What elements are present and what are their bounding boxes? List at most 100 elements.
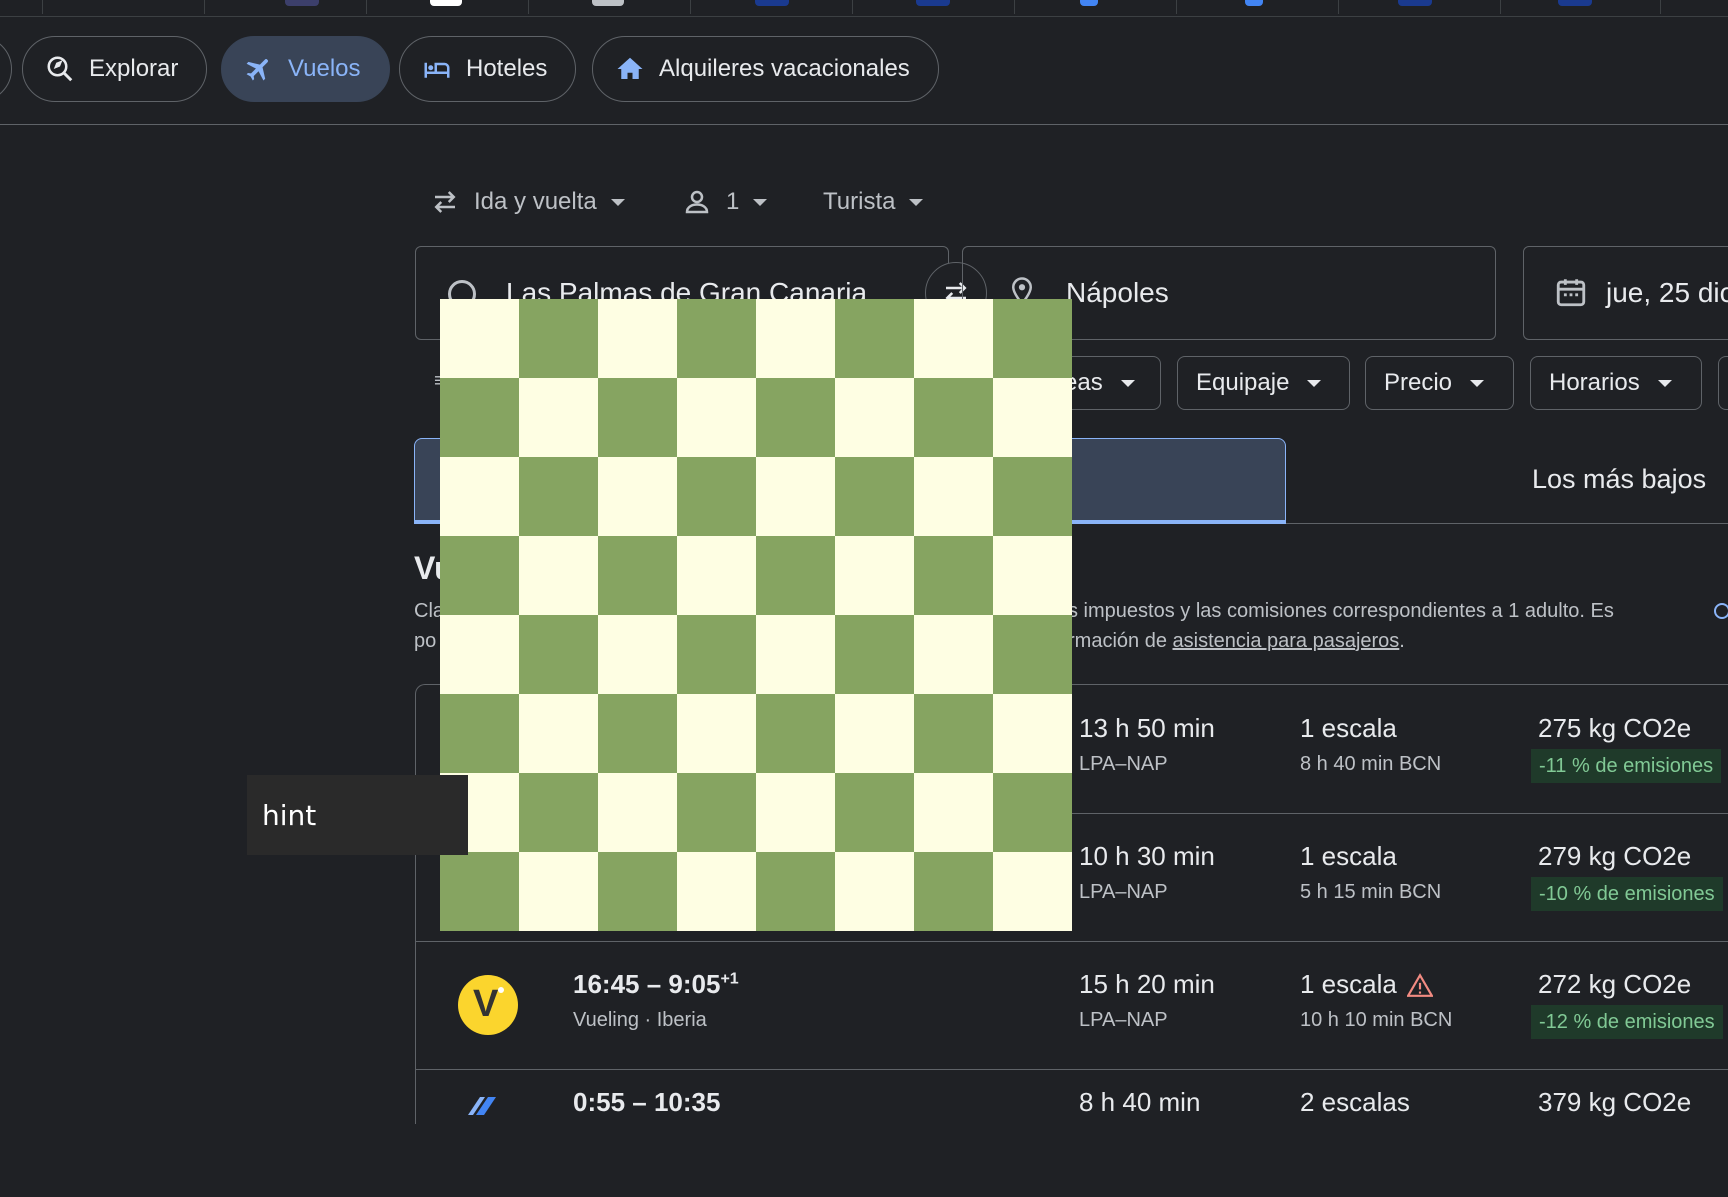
board-square[interactable] <box>440 299 519 378</box>
trip-type-select[interactable]: Ida y vuelta <box>430 186 625 218</box>
board-square[interactable] <box>519 852 598 931</box>
board-square[interactable] <box>440 694 519 773</box>
board-square[interactable] <box>440 457 519 536</box>
board-square[interactable] <box>519 536 598 615</box>
nav-chip-partial[interactable] <box>0 36 12 102</box>
board-square[interactable] <box>598 457 677 536</box>
board-square[interactable] <box>756 299 835 378</box>
flight-row[interactable]: 0:55 – 10:35 8 h 40 min 2 escalas 379 kg… <box>416 1069 1728 1197</box>
board-square[interactable] <box>440 378 519 457</box>
board-square[interactable] <box>993 299 1072 378</box>
board-square[interactable] <box>993 457 1072 536</box>
board-square[interactable] <box>756 457 835 536</box>
board-square[interactable] <box>519 615 598 694</box>
board-square[interactable] <box>914 299 993 378</box>
board-square[interactable] <box>677 299 756 378</box>
filter-more-partial[interactable] <box>1718 356 1728 410</box>
board-square[interactable] <box>598 536 677 615</box>
tab-favicon[interactable] <box>755 0 789 6</box>
tab-favicon[interactable] <box>285 0 319 6</box>
passengers-select[interactable]: 1 <box>682 186 768 218</box>
board-square[interactable] <box>835 299 914 378</box>
board-square[interactable] <box>914 773 993 852</box>
tab-favicon[interactable] <box>1398 0 1432 6</box>
board-square[interactable] <box>519 457 598 536</box>
board-square[interactable] <box>519 378 598 457</box>
board-square[interactable] <box>598 694 677 773</box>
filter-baggage[interactable]: Equipaje <box>1177 356 1350 410</box>
hint-tooltip[interactable]: hint <box>247 775 468 855</box>
tab-hoteles[interactable]: Hoteles <box>399 36 577 102</box>
board-square[interactable] <box>993 694 1072 773</box>
board-square[interactable] <box>914 536 993 615</box>
board-square[interactable] <box>835 852 914 931</box>
board-square[interactable] <box>914 457 993 536</box>
tab-favicon[interactable] <box>916 0 950 6</box>
stops-label: 1 escala <box>1300 969 1397 999</box>
board-square[interactable] <box>835 457 914 536</box>
chevron-down-icon <box>1120 379 1135 387</box>
board-square[interactable] <box>756 615 835 694</box>
board-square[interactable] <box>756 694 835 773</box>
board-square[interactable] <box>598 615 677 694</box>
board-square[interactable] <box>677 694 756 773</box>
board-square[interactable] <box>598 378 677 457</box>
departure-date-field[interactable]: jue, 25 dic <box>1523 246 1728 340</box>
board-square[interactable] <box>598 773 677 852</box>
filter-times[interactable]: Horarios <box>1530 356 1702 410</box>
board-square[interactable] <box>835 773 914 852</box>
passenger-assistance-link[interactable]: asistencia para pasajeros <box>1173 630 1400 652</box>
board-square[interactable] <box>835 694 914 773</box>
notice-text: po <box>414 630 437 652</box>
board-square[interactable] <box>677 536 756 615</box>
tab-favicon[interactable] <box>592 0 624 6</box>
swap-arrows-icon <box>434 191 456 213</box>
tab-favicon[interactable] <box>1558 0 1592 6</box>
board-square[interactable] <box>835 378 914 457</box>
flight-route: LPA–NAP <box>1079 881 1168 903</box>
board-square[interactable] <box>440 852 519 931</box>
board-square[interactable] <box>519 299 598 378</box>
flight-row[interactable]: V 16:45 – 9:05+1 Vueling · Iberia 15 h 2… <box>416 941 1728 1070</box>
board-square[interactable] <box>993 378 1072 457</box>
notice-fragment: . <box>1399 630 1405 652</box>
board-square[interactable] <box>914 694 993 773</box>
board-square[interactable] <box>756 852 835 931</box>
board-square[interactable] <box>677 378 756 457</box>
board-square[interactable] <box>440 536 519 615</box>
board-square[interactable] <box>677 852 756 931</box>
board-square[interactable] <box>993 536 1072 615</box>
board-square[interactable] <box>993 773 1072 852</box>
board-square[interactable] <box>835 536 914 615</box>
explore-search-icon <box>47 56 73 82</box>
board-square[interactable] <box>993 615 1072 694</box>
board-square[interactable] <box>519 694 598 773</box>
info-icon[interactable] <box>1714 603 1728 619</box>
tab-divider <box>1660 0 1661 14</box>
tab-vuelos[interactable]: Vuelos <box>221 36 390 102</box>
board-square[interactable] <box>756 378 835 457</box>
tab-favicon[interactable] <box>430 0 462 6</box>
board-square[interactable] <box>993 852 1072 931</box>
board-square[interactable] <box>914 615 993 694</box>
flight-stops: 1 escala <box>1300 841 1397 872</box>
board-square[interactable] <box>914 378 993 457</box>
board-square[interactable] <box>835 615 914 694</box>
tab-favicon[interactable] <box>1245 0 1263 6</box>
board-square[interactable] <box>677 773 756 852</box>
tab-explorar[interactable]: Explorar <box>22 36 208 102</box>
board-square[interactable] <box>598 299 677 378</box>
cabin-class-select[interactable]: Turista <box>823 186 924 218</box>
tab-alquileres[interactable]: Alquileres vacacionales <box>592 36 939 102</box>
board-square[interactable] <box>440 615 519 694</box>
board-square[interactable] <box>598 852 677 931</box>
board-square[interactable] <box>756 773 835 852</box>
board-square[interactable] <box>677 457 756 536</box>
tab-lowest-price[interactable]: Los más bajos <box>1532 464 1706 495</box>
tab-favicon[interactable] <box>1080 0 1098 6</box>
filter-price[interactable]: Precio <box>1365 356 1514 410</box>
board-square[interactable] <box>677 615 756 694</box>
board-square[interactable] <box>914 852 993 931</box>
board-square[interactable] <box>519 773 598 852</box>
board-square[interactable] <box>756 536 835 615</box>
